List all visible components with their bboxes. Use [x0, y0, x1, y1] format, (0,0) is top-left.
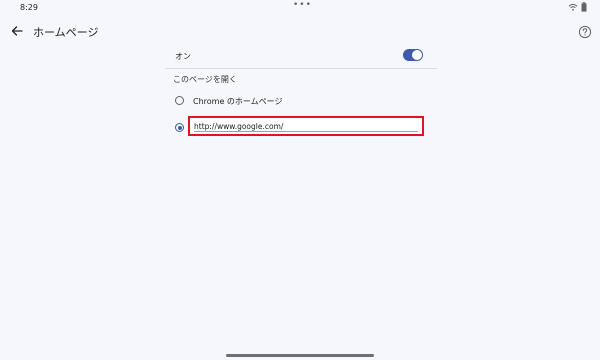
radio-custom-url[interactable]: [175, 123, 184, 132]
status-menu-dots: •••: [293, 0, 312, 10]
custom-url-input[interactable]: [194, 121, 416, 131]
battery-icon: [581, 2, 587, 12]
toggle-knob: [412, 50, 422, 60]
settings-panel: オン このページを開く Chrome のホームページ: [165, 44, 437, 136]
radio-chrome-homepage[interactable]: [175, 96, 184, 105]
section-title: このページを開く: [173, 75, 237, 84]
url-field-highlight: [188, 116, 424, 136]
radio-label-chrome-homepage[interactable]: Chrome のホームページ: [193, 96, 283, 107]
url-input-underline: [194, 131, 418, 132]
homepage-toggle[interactable]: [403, 49, 423, 61]
gesture-nav-handle[interactable]: [226, 354, 374, 357]
homepage-toggle-row[interactable]: オン: [165, 44, 437, 69]
status-icons: [568, 2, 587, 12]
wifi-icon: [568, 3, 578, 11]
app-bar: ホームページ: [0, 18, 600, 46]
toggle-label: オン: [175, 52, 191, 61]
page-title: ホームページ: [33, 26, 99, 39]
status-bar: 8:29 •••: [0, 0, 600, 16]
status-time: 8:29: [20, 3, 38, 12]
help-icon[interactable]: [578, 24, 592, 39]
back-arrow-icon[interactable]: [8, 22, 26, 40]
